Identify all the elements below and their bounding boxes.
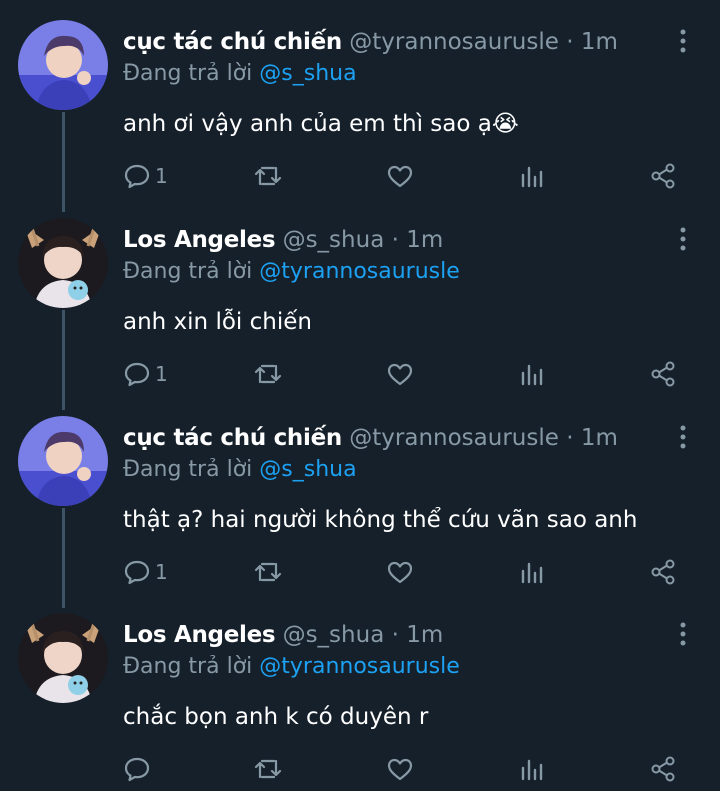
tweet-actions: 1 — [0, 158, 720, 194]
timestamp[interactable]: 1m — [406, 622, 443, 648]
user-handle[interactable]: @s_shua — [283, 622, 385, 648]
replying-label: Đang trả lời — [123, 654, 253, 679]
share-button[interactable] — [650, 751, 678, 787]
replying-label: Đang trả lời — [123, 259, 253, 284]
replying-label: Đang trả lời — [123, 61, 253, 86]
analytics-button[interactable] — [519, 554, 545, 590]
reply-count: 1 — [155, 164, 168, 188]
timestamp[interactable]: 1m — [406, 227, 443, 253]
replying-label: Đang trả lời — [123, 457, 253, 482]
share-icon — [650, 558, 678, 586]
reply-button[interactable] — [123, 751, 155, 787]
user-handle[interactable]: @tyrannosaurusle — [349, 425, 559, 451]
reply-thread: cục tác chú chiến @tyrannosaurusle · 1m … — [0, 0, 720, 791]
share-button[interactable] — [650, 158, 678, 194]
avatar[interactable] — [18, 20, 108, 110]
share-button[interactable] — [650, 356, 678, 392]
more-icon[interactable] — [672, 424, 694, 450]
avatar[interactable] — [18, 613, 108, 703]
display-name[interactable]: Los Angeles — [123, 227, 276, 253]
analytics-icon — [519, 360, 545, 388]
reply-count: 1 — [155, 362, 168, 386]
separator-dot: · — [566, 29, 574, 55]
reply-button[interactable]: 1 — [123, 554, 168, 590]
reply-icon — [123, 360, 151, 388]
retweet-icon — [253, 755, 283, 783]
share-icon — [650, 755, 678, 783]
share-icon — [650, 162, 678, 190]
separator-dot: · — [566, 425, 574, 451]
more-icon[interactable] — [672, 28, 694, 54]
display-name[interactable]: cục tác chú chiến — [123, 425, 342, 451]
tweet-text: thật ạ? hai người không thể cứu vãn sao … — [123, 507, 638, 533]
reply-icon — [123, 558, 151, 586]
retweet-button[interactable] — [253, 158, 283, 194]
like-button[interactable] — [386, 554, 414, 590]
avatar[interactable] — [18, 218, 108, 308]
separator-dot: · — [391, 227, 399, 253]
tweet[interactable]: Los Angeles @s_shua · 1m Đang trả lời @t… — [0, 593, 720, 791]
display-name[interactable]: cục tác chú chiến — [123, 29, 342, 55]
tweet-header: Los Angeles @s_shua · 1m — [123, 225, 443, 255]
timestamp[interactable]: 1m — [581, 425, 618, 451]
retweet-icon — [253, 558, 283, 586]
analytics-icon — [519, 558, 545, 586]
tweet-actions — [0, 751, 720, 787]
retweet-button[interactable] — [253, 554, 283, 590]
avatar[interactable] — [18, 416, 108, 506]
like-button[interactable] — [386, 158, 414, 194]
replying-to: Đang trả lời @tyrannosaurusle — [123, 652, 460, 682]
like-icon — [386, 558, 414, 586]
retweet-icon — [253, 162, 283, 190]
retweet-icon — [253, 360, 283, 388]
tweet[interactable]: Los Angeles @s_shua · 1m Đang trả lời @t… — [0, 198, 720, 396]
like-icon — [386, 360, 414, 388]
display-name[interactable]: Los Angeles — [123, 622, 276, 648]
mention-link[interactable]: @s_shua — [259, 457, 356, 482]
separator-dot: · — [391, 622, 399, 648]
analytics-icon — [519, 755, 545, 783]
reply-icon — [123, 755, 151, 783]
analytics-button[interactable] — [519, 356, 545, 392]
tweet-header: Los Angeles @s_shua · 1m — [123, 620, 443, 650]
tweet-header: cục tác chú chiến @tyrannosaurusle · 1m — [123, 423, 618, 453]
tweet-text: chắc bọn anh k có duyên r — [123, 704, 429, 730]
analytics-button[interactable] — [519, 158, 545, 194]
replying-to: Đang trả lời @s_shua — [123, 455, 357, 485]
mention-link[interactable]: @s_shua — [259, 61, 356, 86]
tweet-text: anh xin lỗi chiến — [123, 309, 312, 335]
like-button[interactable] — [386, 356, 414, 392]
like-icon — [386, 755, 414, 783]
mention-link[interactable]: @tyrannosaurusle — [259, 259, 460, 284]
timestamp[interactable]: 1m — [581, 29, 618, 55]
retweet-button[interactable] — [253, 356, 283, 392]
like-button[interactable] — [386, 751, 414, 787]
replying-to: Đang trả lời @s_shua — [123, 59, 357, 89]
tweet-actions: 1 — [0, 356, 720, 392]
share-icon — [650, 360, 678, 388]
user-handle[interactable]: @tyrannosaurusle — [349, 29, 559, 55]
retweet-button[interactable] — [253, 751, 283, 787]
replying-to: Đang trả lời @tyrannosaurusle — [123, 257, 460, 287]
analytics-icon — [519, 162, 545, 190]
reply-button[interactable]: 1 — [123, 356, 168, 392]
tweet-actions: 1 — [0, 554, 720, 590]
user-handle[interactable]: @s_shua — [283, 227, 385, 253]
tweet[interactable]: cục tác chú chiến @tyrannosaurusle · 1m … — [0, 0, 720, 198]
share-button[interactable] — [650, 554, 678, 590]
more-icon[interactable] — [672, 226, 694, 252]
reply-icon — [123, 162, 151, 190]
tweet-text: anh ơi vậy anh của em thì sao ạ😭 — [123, 111, 519, 137]
mention-link[interactable]: @tyrannosaurusle — [259, 654, 460, 679]
analytics-button[interactable] — [519, 751, 545, 787]
tweet-header: cục tác chú chiến @tyrannosaurusle · 1m — [123, 27, 618, 57]
tweet[interactable]: cục tác chú chiến @tyrannosaurusle · 1m … — [0, 396, 720, 594]
reply-button[interactable]: 1 — [123, 158, 168, 194]
more-icon[interactable] — [672, 621, 694, 647]
like-icon — [386, 162, 414, 190]
reply-count: 1 — [155, 560, 168, 584]
